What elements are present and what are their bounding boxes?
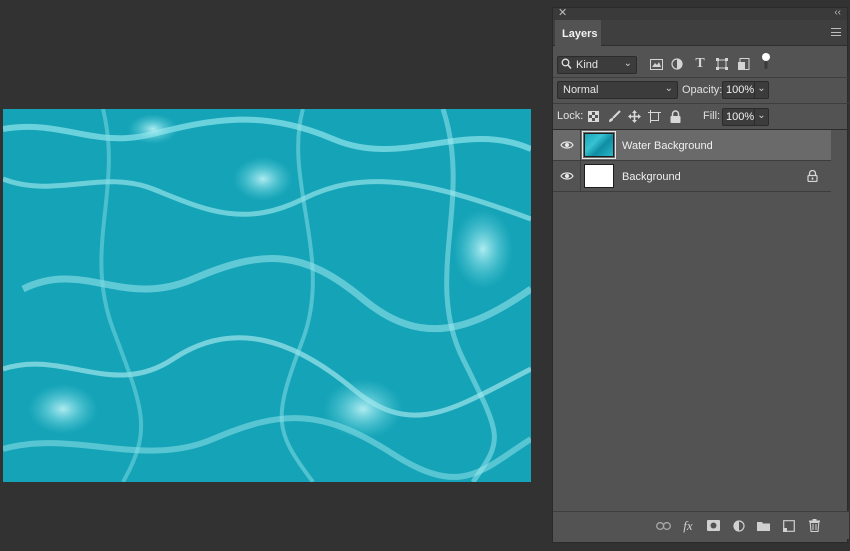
lock-label: Lock: xyxy=(557,110,584,122)
layer-name[interactable]: Water Background xyxy=(622,140,713,152)
new-layer-icon[interactable] xyxy=(781,518,797,533)
adjustment-layer-icon[interactable] xyxy=(731,518,747,533)
chevron-down-icon: ⌄ xyxy=(623,58,632,69)
blend-mode-select[interactable]: Normal ⌄ xyxy=(557,81,678,99)
chevron-down-icon: ⌄ xyxy=(664,83,673,94)
add-mask-icon[interactable] xyxy=(705,518,721,533)
opacity-label: Opacity: xyxy=(682,84,723,96)
fill-dropdown-button[interactable]: ⌄ xyxy=(755,108,769,126)
adjustment-filter-icon[interactable] xyxy=(670,57,684,71)
kind-filter-select[interactable]: Kind ⌄ xyxy=(557,56,637,74)
fill-label: Fill: xyxy=(703,110,721,122)
visibility-divider xyxy=(580,130,581,161)
panel-menu-icon[interactable] xyxy=(831,28,841,36)
layer-name[interactable]: Background xyxy=(622,171,681,183)
lock-image-pixels-icon[interactable] xyxy=(607,109,621,123)
smart-object-filter-icon[interactable] xyxy=(737,57,751,71)
workspace: ✕ ‹‹ Layers Kind ⌄ T Normal ⌄ Opacity: 1… xyxy=(0,0,850,551)
layer-row-background[interactable]: Background xyxy=(553,161,832,192)
lock-row: Lock: Fill: 100% ⌄ xyxy=(553,104,849,130)
kind-select-label: Kind xyxy=(576,59,599,71)
layers-list: Water Background Background xyxy=(553,130,849,510)
document-canvas[interactable] xyxy=(3,109,531,482)
fill-input[interactable]: 100% xyxy=(722,108,755,126)
shape-filter-icon[interactable] xyxy=(715,57,729,71)
filter-toggle-icon[interactable] xyxy=(759,53,773,69)
tab-layers[interactable]: Layers xyxy=(555,20,601,47)
lock-transparent-pixels-icon[interactable] xyxy=(586,109,600,123)
layer-thumbnail xyxy=(582,131,616,159)
filter-row: Kind ⌄ T xyxy=(553,52,849,78)
close-icon[interactable]: ✕ xyxy=(558,7,567,19)
search-icon xyxy=(561,58,572,73)
collapse-icon[interactable]: ‹‹ xyxy=(834,7,841,19)
layer-style-icon[interactable]: fx xyxy=(680,518,696,533)
lock-icon[interactable] xyxy=(807,169,819,183)
lock-position-icon[interactable] xyxy=(627,109,641,123)
panel-tab-row: Layers xyxy=(553,20,847,47)
water-image xyxy=(3,109,531,482)
eye-icon[interactable] xyxy=(560,171,574,181)
eye-icon[interactable] xyxy=(560,140,574,150)
new-group-icon[interactable] xyxy=(755,518,771,533)
visibility-divider xyxy=(580,161,581,192)
panel-title-bar: ✕ ‹‹ xyxy=(553,7,847,20)
delete-layer-icon[interactable] xyxy=(806,518,822,533)
link-layers-icon[interactable] xyxy=(655,518,671,533)
opacity-input[interactable]: 100% xyxy=(722,81,755,99)
opacity-dropdown-button[interactable]: ⌄ xyxy=(755,81,769,99)
layers-panel: ✕ ‹‹ Layers Kind ⌄ T Normal ⌄ Opacity: 1… xyxy=(552,7,849,543)
layers-scrollbar[interactable] xyxy=(831,130,847,510)
image-filter-icon[interactable] xyxy=(649,57,663,71)
layer-row-water-background[interactable]: Water Background xyxy=(553,130,832,161)
layer-thumbnail xyxy=(584,164,614,188)
lock-all-icon[interactable] xyxy=(668,109,682,123)
lock-artboard-icon[interactable] xyxy=(647,109,661,123)
blend-row: Normal ⌄ Opacity: 100% ⌄ xyxy=(553,78,849,104)
type-filter-icon[interactable]: T xyxy=(693,56,707,71)
panel-bottom-toolbar: fx xyxy=(553,511,849,539)
blend-mode-label: Normal xyxy=(563,84,599,96)
